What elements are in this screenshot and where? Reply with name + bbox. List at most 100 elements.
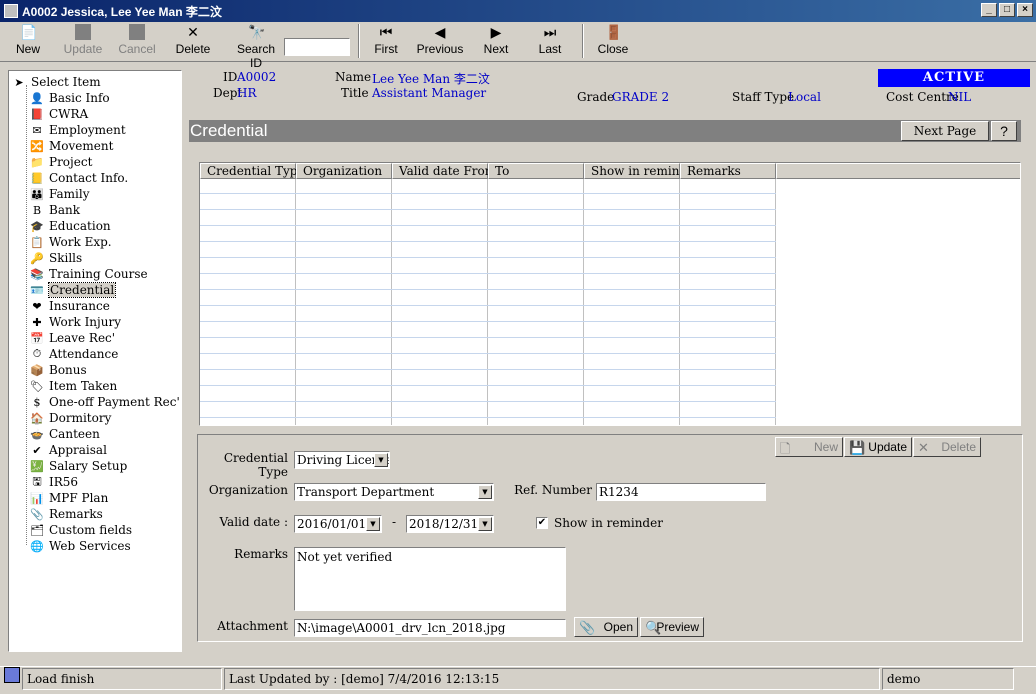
grid-column-header[interactable]: Show in reminder: [584, 163, 700, 179]
maximize-button[interactable]: □: [999, 3, 1015, 17]
organization-label: Organization: [208, 483, 288, 497]
title-label: Title: [341, 86, 369, 100]
tree-item[interactable]: ✚ Work Injury: [29, 314, 121, 330]
next-button[interactable]: ▶ Next: [480, 24, 512, 60]
tree-item[interactable]: 🗂 Custom fields: [29, 522, 132, 538]
tree-item[interactable]: 🏠 Dormitory: [29, 410, 111, 426]
search-id-button[interactable]: 🔭 Search ID: [230, 24, 282, 70]
tree-item[interactable]: 🖫 IR56: [29, 474, 78, 490]
valid-from-input[interactable]: 2016/01/01 ▼: [294, 515, 382, 533]
credential-grid[interactable]: Credential Type Organization Valid date Fr…: [199, 162, 1021, 426]
window-title-bar: A0002 Jessica, Lee Yee Man 李二汶 _ □ ×: [0, 0, 1036, 22]
form-delete-button[interactable]: ✕ Delete: [913, 437, 981, 457]
tree-item[interactable]: ✔ Appraisal: [29, 442, 107, 458]
tree-item[interactable]: 👪 Family: [29, 186, 89, 202]
panel-title: Credential: [190, 121, 268, 140]
new-button[interactable]: 📄 New: [12, 24, 44, 60]
bank-icon: B: [32, 203, 42, 217]
close-button[interactable]: 🚪 Close: [596, 24, 630, 60]
attachment-label: Attachment: [217, 619, 288, 633]
previous-record-icon: ◀: [434, 24, 446, 40]
tree-root[interactable]: ➤ Select Item: [11, 74, 100, 90]
grid-column-header[interactable]: Valid date From: [392, 163, 496, 179]
delete-button[interactable]: ✕ Delete: [174, 24, 212, 60]
chevron-down-icon[interactable]: ▼: [478, 485, 492, 499]
last-button[interactable]: ⏭ Last: [534, 24, 566, 60]
next-page-button[interactable]: Next Page: [901, 121, 989, 141]
window-title: A0002 Jessica, Lee Yee Man 李二汶: [22, 4, 222, 19]
name-label: Name: [335, 70, 372, 84]
training-icon: 📚: [30, 267, 44, 281]
date-range-dash: -: [391, 515, 397, 529]
tree-item[interactable]: 📚 Training Course: [29, 266, 148, 282]
title-value: Assistant Manager: [372, 86, 487, 100]
tree-item[interactable]: 🔑 Skills: [29, 250, 82, 266]
clock-icon: ⏱: [32, 347, 42, 360]
id-card-icon: 🪪: [30, 283, 44, 297]
tree-item[interactable]: 🔀 Movement: [29, 138, 113, 154]
tree-item[interactable]: 📎 Remarks: [29, 506, 103, 522]
open-button[interactable]: 📎 Open: [574, 617, 638, 637]
credential-type-select[interactable]: Driving License ▼: [294, 451, 390, 469]
grid-column-header[interactable]: Credential Type: [200, 163, 305, 179]
status-message: Load finish: [22, 668, 222, 690]
delete-x-icon: ✕: [187, 24, 199, 40]
help-button[interactable]: ?: [991, 121, 1017, 141]
tree-item[interactable]: ✉ Employment: [29, 122, 125, 138]
previous-button[interactable]: ◀ Previous: [416, 24, 464, 60]
tree-item[interactable]: 📕 CWRA: [29, 106, 88, 122]
grid-column-header[interactable]: Remarks: [680, 163, 776, 179]
tree-item[interactable]: 🌐 Web Services: [29, 538, 130, 554]
form-update-button[interactable]: 💾 Update: [844, 437, 912, 457]
show-reminder-label: Show in reminder: [554, 516, 663, 530]
tree-item[interactable]: 💹 Salary Setup: [29, 458, 127, 474]
remarks-label: Remarks: [234, 547, 288, 561]
minimize-button[interactable]: _: [981, 3, 997, 17]
tree-item[interactable]: 📊 MPF Plan: [29, 490, 108, 506]
ref-number-input[interactable]: R1234: [596, 483, 766, 501]
folder-icon: 📁: [30, 155, 44, 169]
first-button[interactable]: ⏮ First: [370, 24, 402, 60]
tree-item[interactable]: 📒 Contact Info.: [29, 170, 128, 186]
tree-item[interactable]: 👤 Basic Info: [29, 90, 110, 106]
cancel-button[interactable]: Cancel: [118, 24, 156, 60]
chevron-down-icon[interactable]: ▼: [374, 453, 388, 467]
chevron-down-icon[interactable]: ▼: [366, 517, 380, 531]
tree-item[interactable]: 🍲 Canteen: [29, 426, 100, 442]
tree-item[interactable]: ⏱ Attendance: [29, 346, 119, 362]
save-disk-icon: 💾: [849, 440, 866, 455]
tree-item[interactable]: 📁 Project: [29, 154, 92, 170]
search-id-input[interactable]: [284, 38, 350, 56]
book-icon: 📕: [30, 107, 44, 121]
tree-item[interactable]: 🎓 Education: [29, 218, 111, 234]
preview-button[interactable]: 🔍 Preview: [640, 617, 704, 637]
tree-item[interactable]: ❤ Insurance: [29, 298, 109, 314]
valid-to-input[interactable]: 2018/12/31 ▼: [406, 515, 494, 533]
chevron-down-icon[interactable]: ▼: [478, 517, 492, 531]
panel-title-bar: Credential Next Page ?: [189, 120, 1021, 142]
tree-item[interactable]: 🏷 Item Taken: [29, 378, 117, 394]
attachment-input[interactable]: N:\image\A0001_drv_lcn_2018.jpg: [294, 619, 566, 637]
close-window-button[interactable]: ×: [1017, 3, 1033, 17]
remarks-textarea[interactable]: Not yet verified: [294, 547, 566, 611]
paperclip-icon: 📎: [579, 620, 596, 635]
form-new-button[interactable]: 🗋 New: [775, 437, 843, 457]
tree-item[interactable]: $ One-off Payment Rec': [29, 394, 180, 410]
grid-column-header[interactable]: To: [488, 163, 584, 179]
credential-form: 🗋 New 💾 Update ✕ Delete Credential Type …: [197, 434, 1023, 642]
update-button[interactable]: Update: [62, 24, 104, 60]
tree-item[interactable]: B Bank: [29, 202, 80, 218]
tree-item[interactable]: 📋 Work Exp.: [29, 234, 111, 250]
tree-item[interactable]: 🪪 Credential: [29, 282, 117, 298]
grid-column-header[interactable]: Organization: [296, 163, 392, 179]
tree-item[interactable]: 📅 Leave Rec': [29, 330, 115, 346]
show-reminder-checkbox[interactable]: ✔: [536, 517, 548, 529]
id-value: A0002: [237, 70, 277, 84]
organization-select[interactable]: Transport Department ▼: [294, 483, 494, 501]
status-indicator-icon: [4, 667, 20, 683]
app-icon: [4, 4, 18, 18]
toolbar: 📄 New Update Cancel ✕ Delete 🔭 Search ID…: [0, 22, 1036, 70]
bonus-icon: 📦: [30, 363, 44, 377]
status-bar: Load finish Last Updated by : [demo] 7/4…: [0, 666, 1036, 694]
tree-item[interactable]: 📦 Bonus: [29, 362, 87, 378]
